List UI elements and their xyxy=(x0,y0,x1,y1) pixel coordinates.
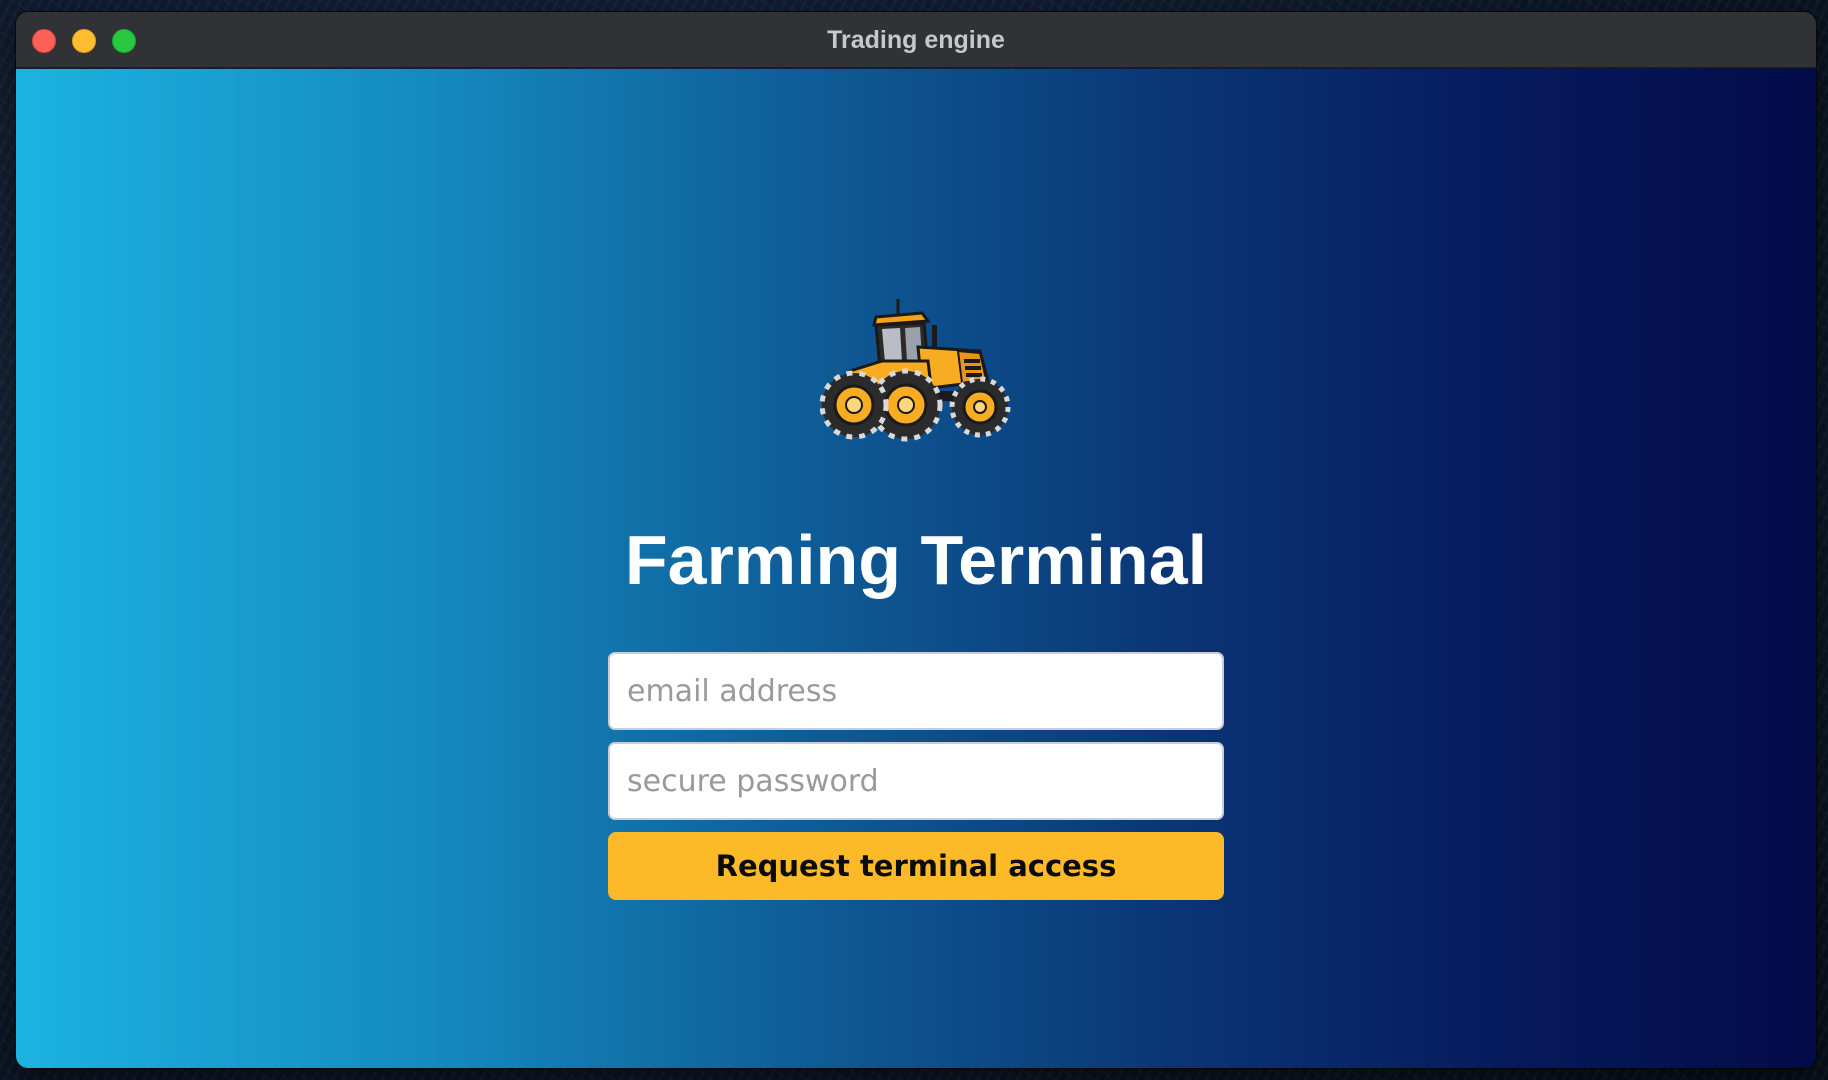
page-title: Farming Terminal xyxy=(624,521,1208,599)
login-screen: Farming Terminal Request terminal access xyxy=(16,69,1816,1068)
app-window: Trading engine Farming Terminal email ad… xyxy=(16,12,1816,1068)
password-field[interactable] xyxy=(608,742,1224,820)
request-access-button[interactable]: Request terminal access xyxy=(608,832,1224,900)
email-field[interactable] xyxy=(608,652,1224,730)
window-title: Trading engine xyxy=(827,26,1005,54)
window-titlebar[interactable]: Trading engine xyxy=(16,12,1816,68)
tractor-icon xyxy=(819,299,1011,442)
